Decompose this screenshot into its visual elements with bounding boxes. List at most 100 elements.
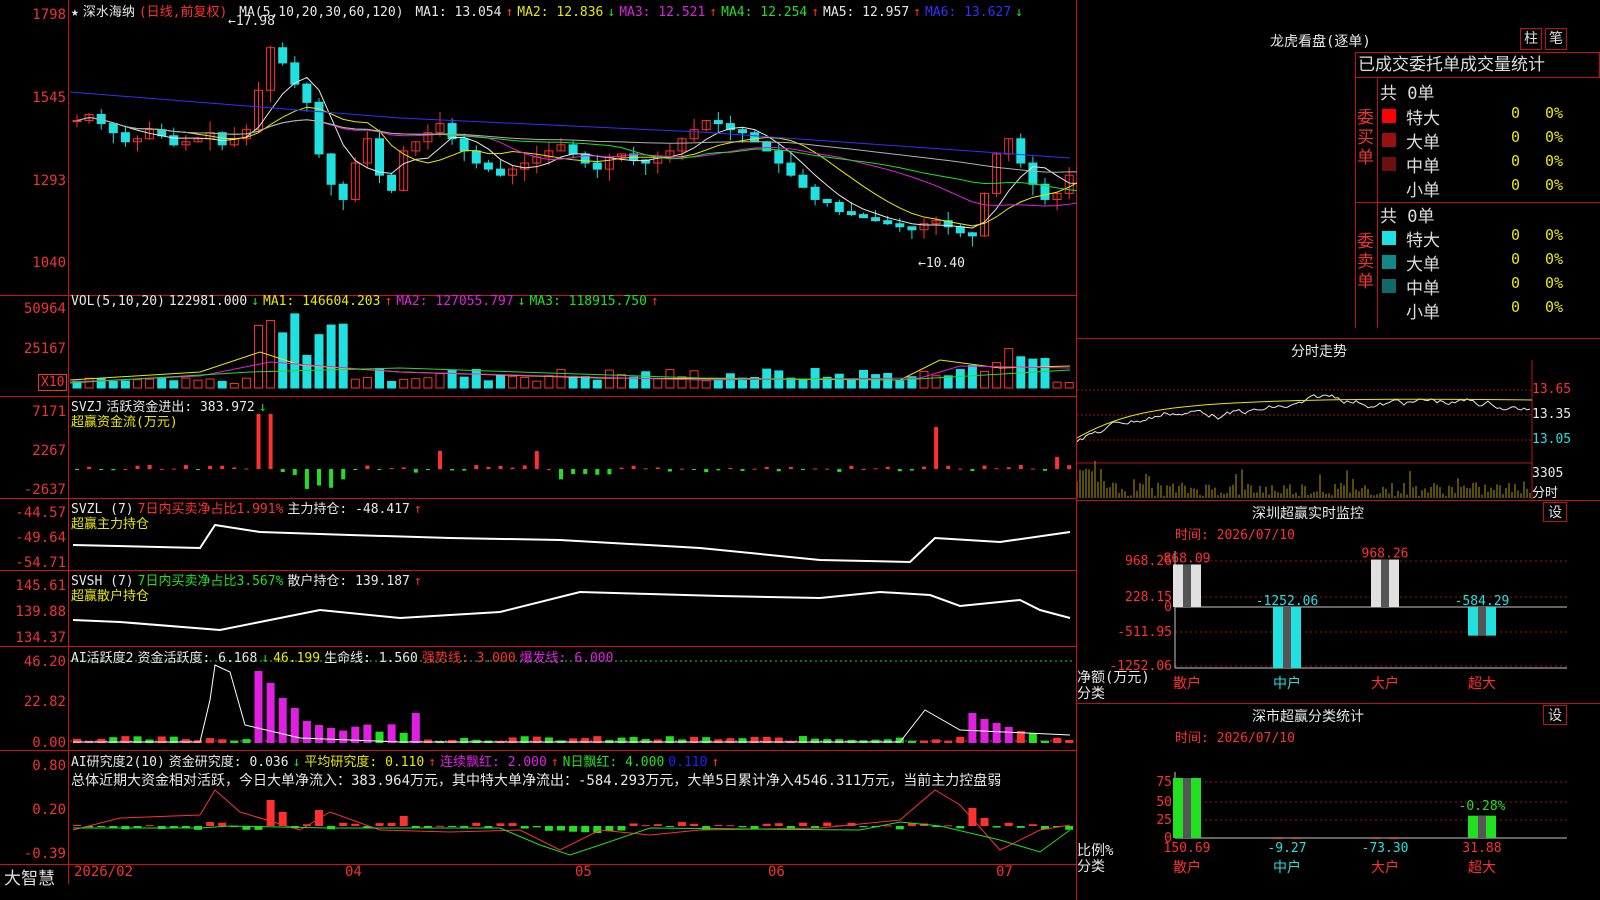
intraday-chart[interactable] [1077, 360, 1600, 500]
research-bar [460, 826, 469, 828]
ai2-v5: 0.110 [668, 755, 708, 770]
x-label: 分类 [1077, 859, 1105, 875]
flow-bar [619, 467, 624, 469]
arrow: ↓ [517, 294, 526, 309]
category-label: 中户 [1273, 675, 1301, 692]
activity-bar [399, 732, 408, 743]
settings-button[interactable]: 设 [1543, 502, 1567, 522]
order-count: 0 [1511, 226, 1521, 244]
activity-bar [956, 736, 965, 743]
tick-view-button[interactable]: 笔 [1545, 28, 1567, 50]
candle [375, 138, 384, 176]
research-bar [726, 825, 735, 827]
volume-bar [338, 323, 348, 389]
volume-bar [108, 381, 118, 389]
volume-bar [701, 380, 711, 389]
order-pct: 0% [1545, 250, 1564, 268]
y-tick: -49.64 [15, 530, 66, 546]
svzl-subtitle: 超赢主力持仓 [71, 517, 150, 532]
activity-bar [206, 738, 215, 743]
ma-value: MA1: 13.054 [415, 5, 502, 20]
volume-bar [302, 354, 312, 389]
volume-bar [1028, 358, 1038, 389]
arrow: ↑ [650, 294, 659, 309]
y-tick: 0 [1164, 600, 1172, 615]
legend-swatch [1382, 303, 1396, 317]
flow-bar [256, 414, 261, 469]
volume-bar [145, 378, 155, 389]
divider [1377, 78, 1378, 328]
volume-bar [84, 377, 94, 389]
value-label: -73.30 [1362, 841, 1409, 856]
value-label: 968.26 [1362, 547, 1409, 562]
volume-bar [387, 381, 397, 389]
volume-bar [798, 379, 808, 389]
category-label: 大户 [1371, 675, 1399, 692]
svsh-line [72, 590, 1071, 632]
order-stats-tab[interactable]: 已成交委托单成交量统计 [1355, 52, 1600, 78]
ma-value: MA2: 12.836 [517, 5, 604, 20]
buy-orders-label: 委买单 [1357, 108, 1374, 168]
volume-bar [604, 369, 614, 389]
research-bar [678, 822, 686, 826]
volume-bar [1064, 382, 1074, 389]
price-line [1077, 394, 1531, 443]
volume-bar [919, 370, 929, 389]
flow-bar [438, 451, 442, 469]
volume-tick: 3305 [1532, 466, 1564, 481]
order-pct: 0% [1545, 128, 1564, 146]
right-panel: 龙虎看盘(逐单) 柱 笔 已成交委托单成交量统计 委买单 共 0单 特大 0 0% 大… [1077, 0, 1600, 900]
flow-bar [462, 469, 467, 471]
value-label: 868.09 [1164, 551, 1211, 566]
sell-total: 共 0单 [1380, 207, 1435, 227]
flow-bar [1018, 465, 1023, 469]
flow-bar [607, 469, 612, 475]
research-bar [883, 825, 892, 827]
y-tick: 7171 [32, 404, 66, 420]
candle [798, 174, 808, 188]
research-bar [799, 822, 807, 826]
star-icon[interactable]: ★ [71, 5, 79, 20]
category-label: 大户 [1371, 859, 1399, 876]
flow-bar [196, 469, 200, 470]
order-pct: 0% [1545, 226, 1564, 244]
volume-bar [895, 380, 905, 389]
arrow: ↓ [261, 651, 270, 666]
arrow: ↑ [913, 5, 921, 20]
flow-bar [268, 414, 273, 469]
flow-bar [740, 469, 745, 471]
y-tick: 134.37 [15, 630, 66, 646]
legend-swatch [1382, 255, 1396, 269]
order-size-label: 中单 [1406, 279, 1440, 299]
price-tick: 13.05 [1532, 432, 1572, 447]
ai2-title: AI研究度2(10) [71, 755, 165, 770]
volume-bar [544, 375, 554, 389]
activity-bar [1028, 733, 1037, 743]
order-size-label: 小单 [1406, 181, 1440, 201]
flow-bar [583, 469, 588, 474]
order-count: 0 [1511, 298, 1521, 316]
volume-bar [314, 334, 324, 389]
research-bar [956, 826, 965, 829]
y-tick: 2267 [32, 443, 66, 459]
ai1-strong: 强势线: 3.000 [421, 651, 516, 666]
main-chart-area[interactable]: ★ 深水海纳 (日线,前复权) MA(5,10,20,30,60,120) MA1:… [0, 0, 1077, 900]
svzl-line [72, 523, 1071, 564]
volume-bar [471, 368, 481, 389]
volume-bar [399, 378, 409, 389]
research-bar [532, 826, 541, 828]
candle [278, 47, 288, 64]
y-tick: -0.39 [23, 846, 66, 862]
bar-shade [1283, 607, 1291, 668]
value-label: -1252.06 [1256, 594, 1319, 609]
activity-bar [230, 740, 239, 743]
flow-bar [1030, 468, 1035, 470]
ai2-value: 资金研究度: 0.036 [168, 755, 289, 770]
bar-view-button[interactable]: 柱 [1520, 28, 1542, 50]
ai2-summary: 总体近期大资金相对活跃，今日大单净流入：383.964万元，其中特大单净流出：-… [71, 773, 1002, 789]
y-tick: 25167 [23, 341, 66, 357]
flow-bar [752, 468, 757, 470]
legend-swatch [1382, 231, 1396, 245]
period-label[interactable]: (日线,前复权) [139, 5, 227, 20]
flow-bar [183, 465, 188, 469]
